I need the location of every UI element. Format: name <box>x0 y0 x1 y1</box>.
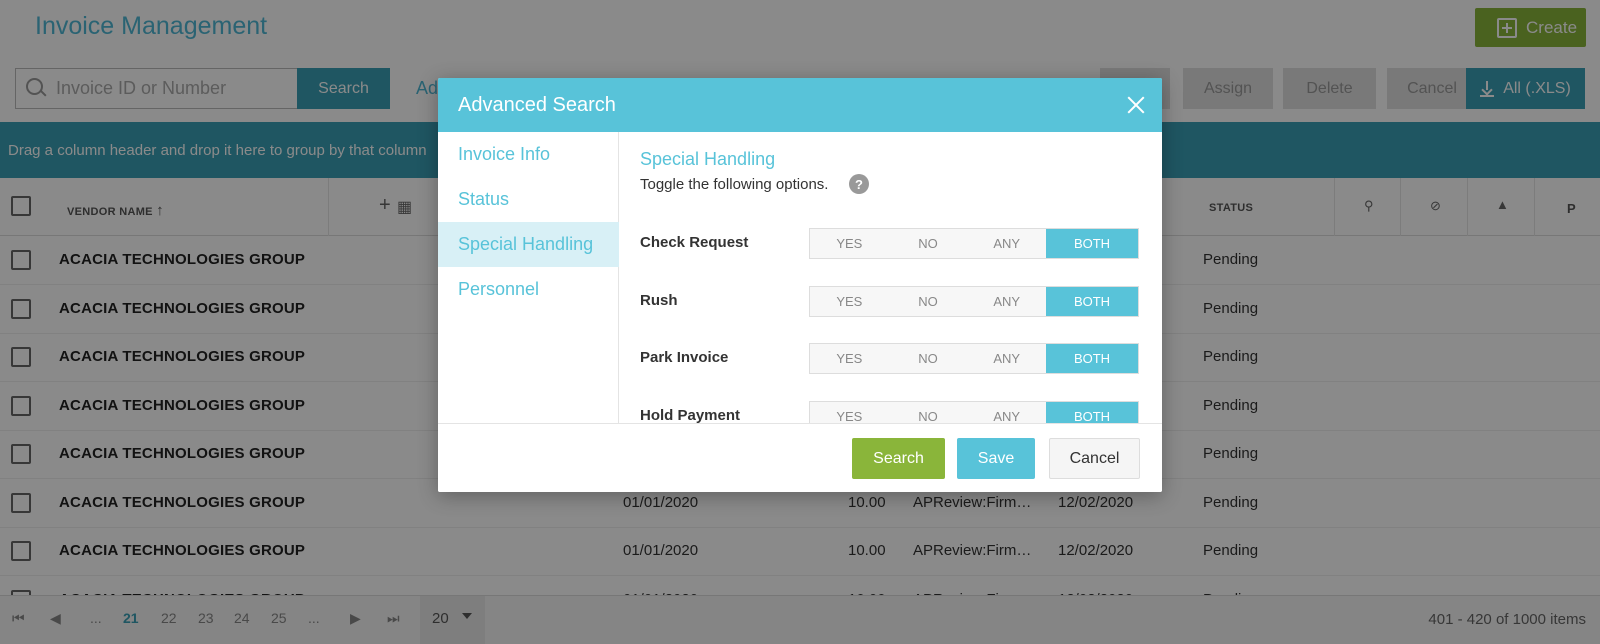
toggle-yes[interactable]: YES <box>810 287 889 316</box>
toggle-no[interactable]: NO <box>889 402 968 424</box>
toggle-any[interactable]: ANY <box>967 287 1046 316</box>
close-icon[interactable] <box>1126 95 1146 115</box>
option-label: Rush <box>640 291 678 309</box>
toggle-any[interactable]: ANY <box>967 344 1046 373</box>
toggle-group: YES NO ANY BOTH <box>809 343 1139 374</box>
dialog-footer: Search Save Cancel <box>438 423 1162 492</box>
toggle-any[interactable]: ANY <box>967 402 1046 424</box>
option-label: Park Invoice <box>640 349 729 366</box>
toggle-group: YES NO ANY BOTH <box>809 285 1139 317</box>
toggle-both[interactable]: BOTH <box>1046 286 1139 316</box>
toggle-both[interactable]: BOTH <box>1046 401 1139 423</box>
toggle-yes[interactable]: YES <box>810 229 889 258</box>
special-handling-panel: Special Handling Toggle the following op… <box>620 132 1162 423</box>
nav-special-handling[interactable]: Special Handling <box>438 222 619 267</box>
dialog-title: Advanced Search <box>458 94 616 116</box>
toggle-yes[interactable]: YES <box>810 344 889 373</box>
dialog-save-button[interactable]: Save <box>957 438 1035 479</box>
panel-title: Special Handling <box>640 149 776 169</box>
dialog-search-button[interactable]: Search <box>852 438 945 479</box>
toggle-group: YES NO ANY BOTH <box>809 228 1139 259</box>
toggle-no[interactable]: NO <box>889 287 968 316</box>
panel-subtitle: Toggle the following options. <box>640 176 829 193</box>
toggle-no[interactable]: NO <box>889 229 968 258</box>
option-label: Check Request <box>640 234 749 251</box>
toggle-any[interactable]: ANY <box>967 229 1046 258</box>
toggle-group: YES NO ANY BOTH <box>809 400 1139 424</box>
toggle-both[interactable]: BOTH <box>1046 344 1139 373</box>
nav-personnel[interactable]: Personnel <box>438 267 619 312</box>
dialog-header: Advanced Search <box>438 78 1162 132</box>
advanced-search-dialog: Advanced Search Invoice Info Status Spec… <box>438 78 1162 492</box>
nav-invoice-info[interactable]: Invoice Info <box>438 132 619 177</box>
nav-status[interactable]: Status <box>438 177 619 222</box>
dialog-nav: Invoice Info Status Special Handling Per… <box>438 132 619 423</box>
toggle-yes[interactable]: YES <box>810 402 889 424</box>
dialog-cancel-button[interactable]: Cancel <box>1049 438 1140 479</box>
toggle-both[interactable]: BOTH <box>1046 229 1139 258</box>
option-label: Hold Payment <box>640 406 741 424</box>
toggle-no[interactable]: NO <box>889 344 968 373</box>
help-icon[interactable]: ? <box>849 174 869 194</box>
